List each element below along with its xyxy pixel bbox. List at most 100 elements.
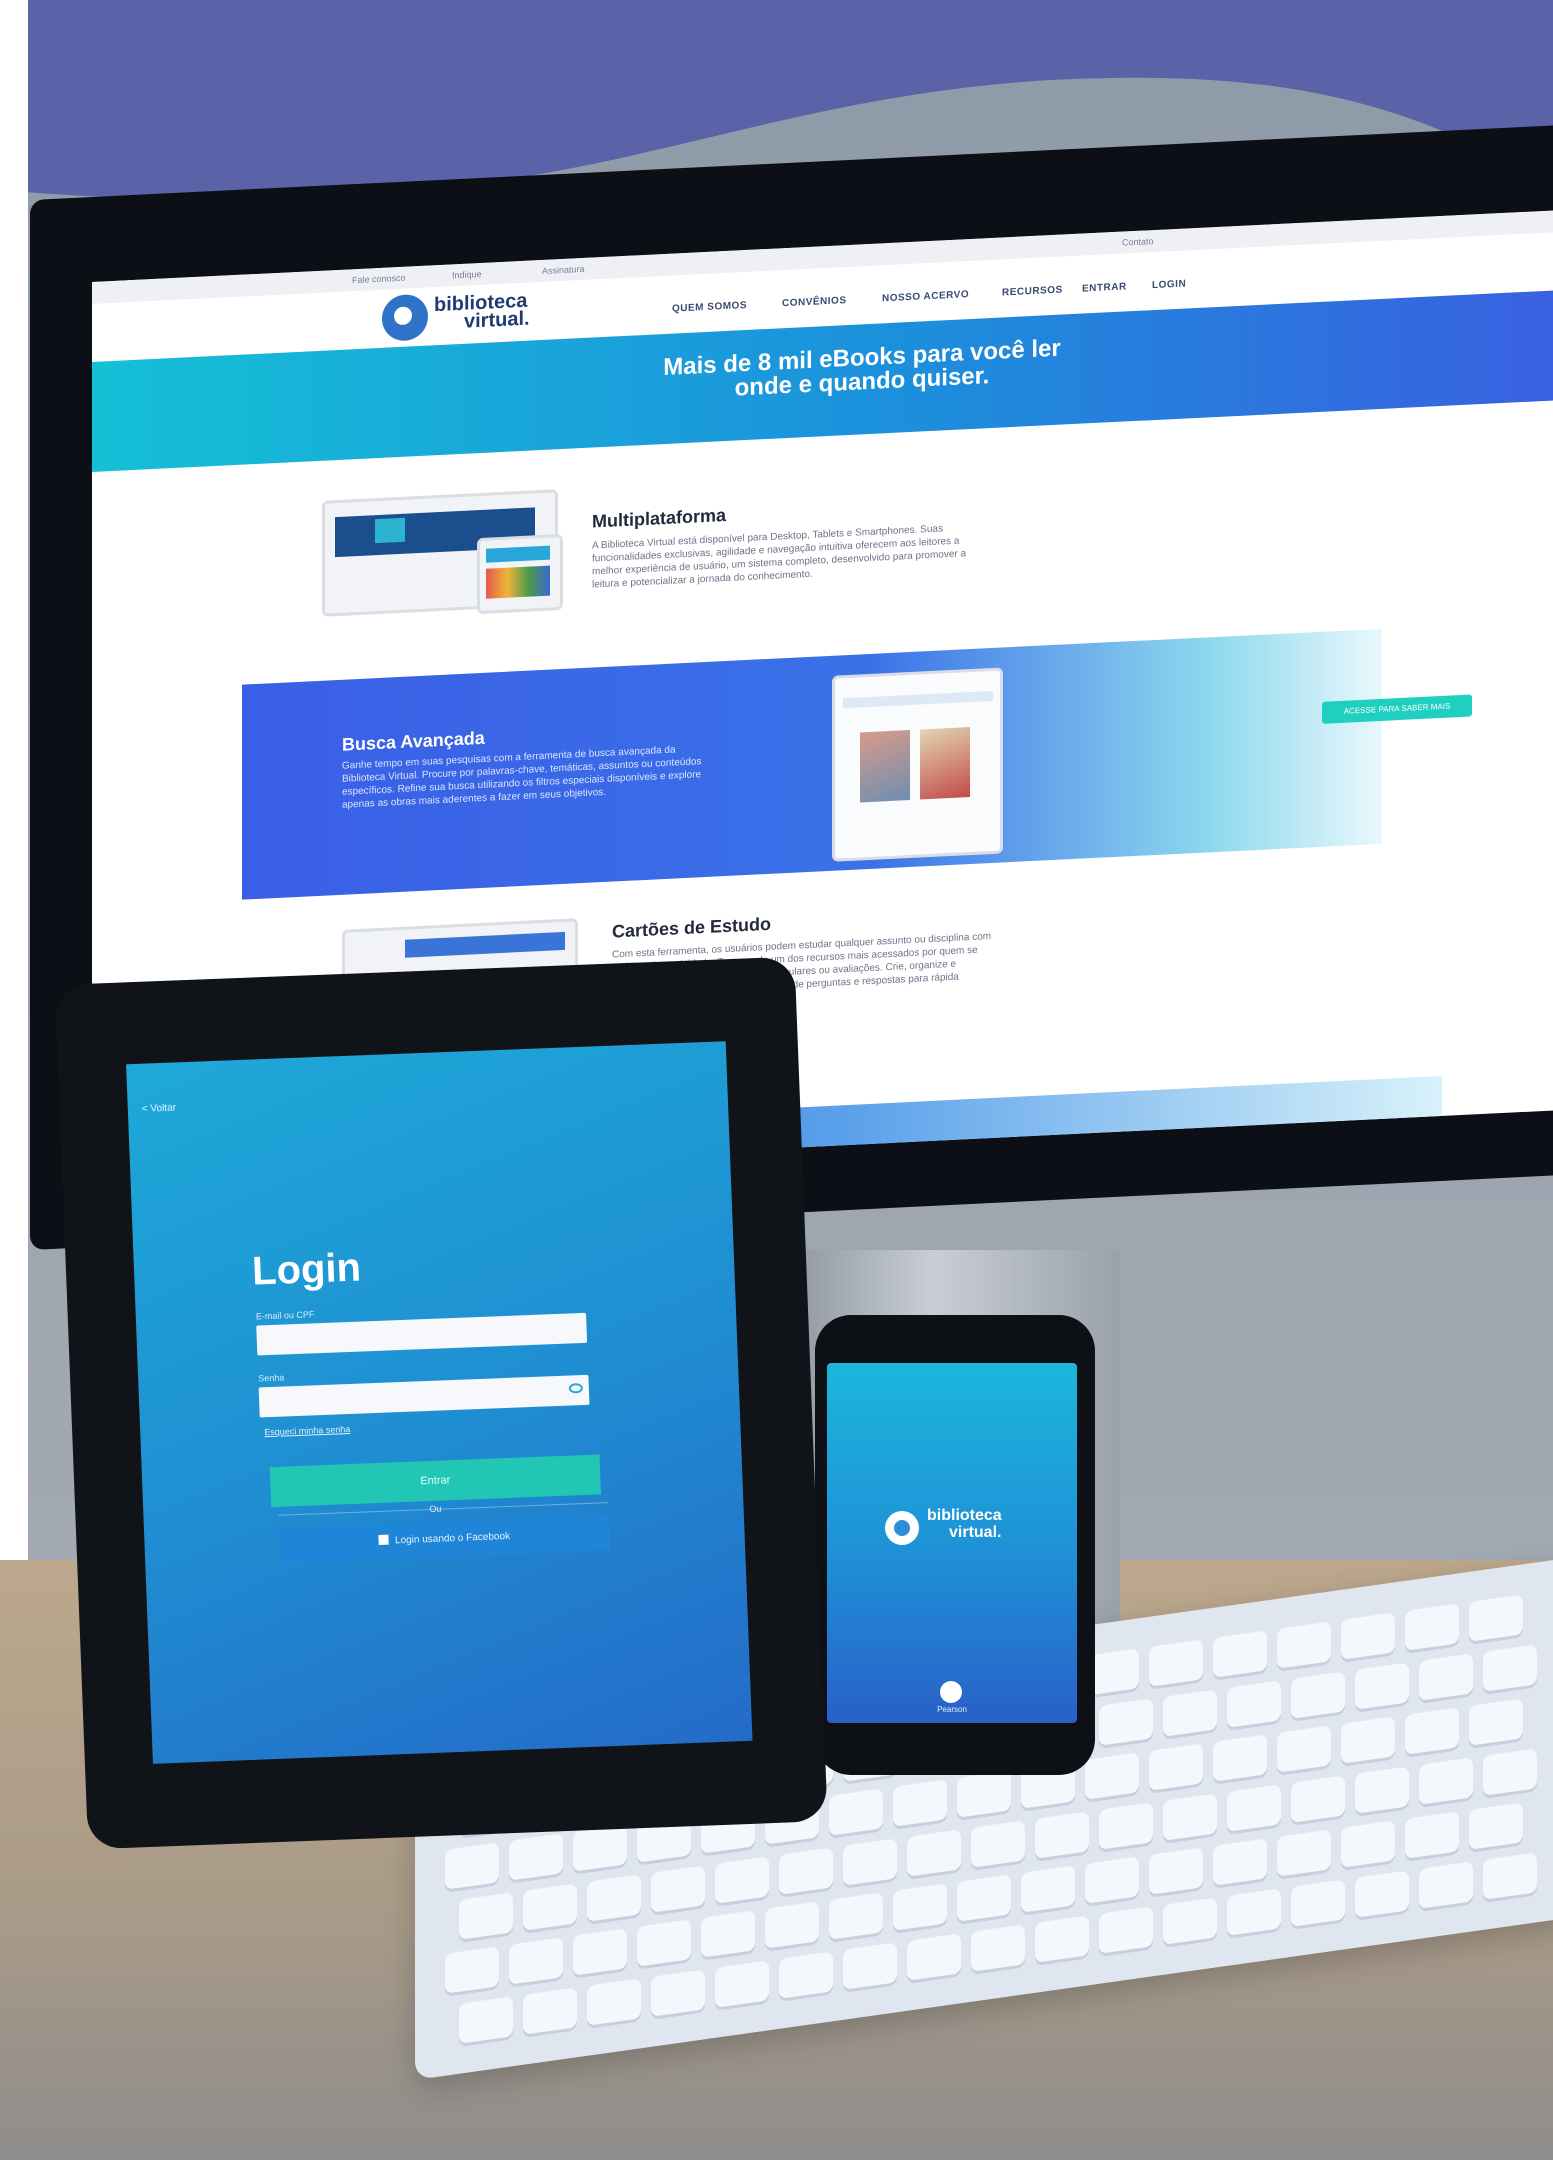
section-text-multiplataforma: A Biblioteca Virtual está disponível par…	[592, 523, 967, 591]
section-title-cartoes: Cartões de Estudo	[612, 913, 772, 942]
keyboard-key	[1405, 1811, 1459, 1859]
keyboard-key	[1277, 1829, 1331, 1877]
keyboard-key	[1227, 1680, 1281, 1728]
keyboard-key	[1227, 1888, 1281, 1936]
keyboard-key	[445, 1946, 499, 1994]
keyboard-key	[1277, 1725, 1331, 1773]
keyboard-key	[1099, 1802, 1153, 1850]
forgot-password-link[interactable]: Esqueci minha senha	[264, 1424, 350, 1437]
keyboard-key	[907, 1829, 961, 1877]
keyboard-key	[587, 1874, 641, 1922]
keyboard-key	[459, 1996, 513, 2044]
keyboard-key	[971, 1820, 1025, 1868]
smartphone: biblioteca virtual. Pearson	[815, 1315, 1095, 1775]
keyboard-key	[893, 1883, 947, 1931]
show-password-icon[interactable]	[568, 1383, 584, 1394]
keyboard-key	[1341, 1716, 1395, 1764]
keyboard-key	[1277, 1621, 1331, 1669]
keyboard-key	[509, 1937, 563, 1985]
topbar-link[interactable]: Indique	[452, 269, 482, 280]
tablet-mockup-image	[477, 533, 563, 615]
keyboard-key	[1469, 1594, 1523, 1642]
nav-item-acervo[interactable]: NOSSO ACERVO	[882, 289, 969, 304]
facebook-icon	[378, 1534, 390, 1545]
keyboard-key	[1035, 1811, 1089, 1859]
keyboard-key	[1291, 1775, 1345, 1823]
keyboard-key	[779, 1951, 833, 1999]
keyboard-key	[523, 1883, 577, 1931]
nav-item-entrar[interactable]: ENTRAR	[1082, 281, 1127, 294]
pearson-icon	[940, 1681, 962, 1703]
keyboard-key	[1085, 1856, 1139, 1904]
keyboard-key	[1341, 1820, 1395, 1868]
email-label: E-mail ou CPF	[255, 1309, 315, 1322]
keyboard-key	[1099, 1906, 1153, 1954]
password-label: Senha	[258, 1372, 285, 1384]
keyboard-key	[971, 1924, 1025, 1972]
nav-item-convenios[interactable]: CONVÊNIOS	[782, 295, 847, 309]
keyboard-key	[1085, 1752, 1139, 1800]
keyboard-key	[1213, 1630, 1267, 1678]
keyboard-key	[1405, 1707, 1459, 1755]
logo-text-line2: virtual.	[464, 307, 530, 333]
keyboard-key	[573, 1928, 627, 1976]
back-button[interactable]: < Voltar	[142, 1102, 177, 1114]
keyboard-key	[1355, 1662, 1409, 1710]
facebook-login-label: Login usando o Facebook	[394, 1530, 511, 1547]
keyboard-key	[573, 1824, 627, 1872]
keyboard-key	[1291, 1671, 1345, 1719]
busca-cta-button[interactable]: ACESSE PARA SABER MAIS	[1322, 694, 1472, 724]
nav-item-login[interactable]: LOGIN	[1152, 278, 1186, 291]
keyboard-key	[509, 1833, 563, 1881]
keyboard-key	[1469, 1802, 1523, 1850]
keyboard-key	[715, 1856, 769, 1904]
tablet: < Voltar Login E-mail ou CPF Senha Esque…	[55, 956, 828, 1850]
keyboard-key	[893, 1779, 947, 1827]
keyboard-key	[1483, 1644, 1537, 1692]
logo-icon[interactable]	[382, 293, 428, 342]
keyboard-key	[701, 1910, 755, 1958]
keyboard-key	[1483, 1852, 1537, 1900]
keyboard-key	[1149, 1639, 1203, 1687]
keyboard-key	[1355, 1766, 1409, 1814]
phone-logo-line2: virtual.	[949, 1524, 1002, 1541]
busca-avancada-section: Busca Avançada Ganhe tempo em suas pesqu…	[242, 628, 1472, 900]
login-submit-button[interactable]: Entrar	[269, 1454, 601, 1508]
keyboard-key	[1149, 1847, 1203, 1895]
search-results-mockup	[832, 667, 1003, 862]
keyboard-key	[1483, 1748, 1537, 1796]
divider-label: Ou	[429, 1503, 442, 1515]
keyboard-key	[1213, 1734, 1267, 1782]
keyboard-key	[651, 1969, 705, 2017]
keyboard-key	[1163, 1689, 1217, 1737]
phone-bottom-label: Pearson	[937, 1705, 967, 1714]
keyboard-key	[1341, 1612, 1395, 1660]
keyboard-key	[1469, 1698, 1523, 1746]
keyboard-key	[829, 1892, 883, 1940]
section-title-multiplataforma: Multiplataforma	[592, 504, 727, 532]
keyboard-key	[651, 1865, 705, 1913]
login-title: Login	[251, 1245, 362, 1294]
topbar-link[interactable]: Fale conosco	[352, 273, 406, 286]
keyboard-key	[1163, 1897, 1217, 1945]
keyboard-key	[907, 1933, 961, 1981]
keyboard-key	[587, 1978, 641, 2026]
nav-item-recursos[interactable]: RECURSOS	[1002, 285, 1063, 299]
keyboard-key	[1355, 1870, 1409, 1918]
topbar-contact[interactable]: Contato	[1122, 236, 1154, 248]
keyboard-key	[1149, 1743, 1203, 1791]
password-field[interactable]	[258, 1374, 590, 1418]
nav-item-quem-somos[interactable]: QUEM SOMOS	[672, 300, 747, 315]
keyboard-key	[829, 1788, 883, 1836]
keyboard-key	[843, 1838, 897, 1886]
keyboard-key	[637, 1919, 691, 1967]
keyboard-key	[1419, 1653, 1473, 1701]
facebook-login-button[interactable]: Login usando o Facebook	[279, 1516, 611, 1563]
keyboard-key	[1419, 1861, 1473, 1909]
keyboard-key	[843, 1942, 897, 1990]
keyboard-key	[459, 1892, 513, 1940]
keyboard-key	[957, 1874, 1011, 1922]
phone-logo-line1: biblioteca	[927, 1507, 1002, 1524]
keyboard-key	[523, 1987, 577, 2035]
topbar-link[interactable]: Assinatura	[542, 264, 585, 276]
